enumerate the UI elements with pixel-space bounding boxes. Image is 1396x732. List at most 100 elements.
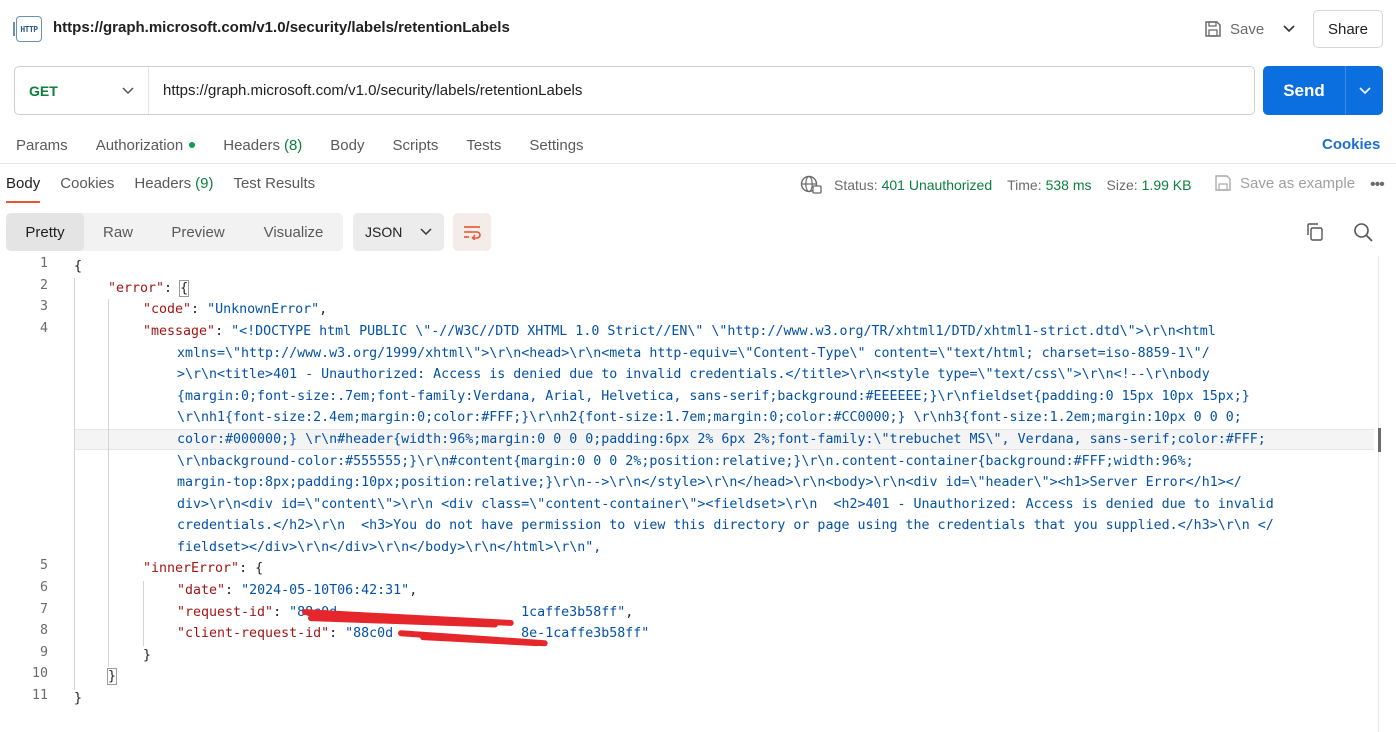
tab-response-headers[interactable]: Headers (9) bbox=[134, 175, 213, 203]
code-line-wrap: \r\nbackground-color:#555555;}\r\n#conte… bbox=[177, 451, 1194, 473]
code-line: { bbox=[74, 256, 82, 278]
status-value[interactable]: 401 Unauthorized bbox=[882, 177, 993, 193]
view-mode-toggle: Pretty Raw Preview Visualize bbox=[6, 213, 343, 251]
save-as-example-label: Save as example bbox=[1240, 174, 1356, 192]
json-string: "<!DOCTYPE html PUBLIC \"-//W3C//DTD XHT… bbox=[231, 324, 1216, 339]
json-string: xmlns=\"http://www.w3.org/1999/xhtml\">\… bbox=[177, 346, 1210, 361]
globe-icon[interactable] bbox=[800, 175, 822, 195]
line-number: 2 bbox=[39, 278, 48, 293]
code-line-wrap: \r\nh1{font-size:2.4em;margin:0;color:#F… bbox=[177, 407, 1242, 429]
wrap-lines-button[interactable] bbox=[453, 213, 491, 251]
line-number: 8 bbox=[39, 623, 48, 638]
time-value[interactable]: 538 ms bbox=[1046, 177, 1092, 193]
status-dot-icon bbox=[189, 142, 196, 148]
json-key: "request-id" bbox=[177, 605, 274, 620]
tab-label: Scripts bbox=[392, 136, 439, 154]
save-label: Save bbox=[1230, 20, 1265, 38]
tab-count: (8) bbox=[283, 136, 303, 154]
json-string: \r\nbackground-color:#555555;}\r\n#conte… bbox=[177, 454, 1194, 469]
code-line: "message": "<!DOCTYPE html PUBLIC \"-//W… bbox=[143, 321, 1216, 343]
indent-guide bbox=[108, 299, 109, 667]
view-pretty-button[interactable]: Pretty bbox=[6, 213, 84, 251]
send-button[interactable]: Send bbox=[1263, 66, 1346, 115]
json-colon: : bbox=[273, 605, 290, 620]
chevron-down-icon bbox=[1283, 25, 1295, 33]
send-options-button[interactable] bbox=[1346, 66, 1383, 115]
search-icon[interactable] bbox=[1353, 222, 1373, 245]
json-comma: , bbox=[319, 302, 328, 317]
tab-response-cookies[interactable]: Cookies bbox=[60, 175, 114, 203]
json-string: div>\r\n<div id=\"content\">\r\n <div cl… bbox=[177, 497, 1274, 512]
http-icon-label: HTTP bbox=[20, 24, 38, 34]
json-string: "88c0d bbox=[345, 626, 394, 641]
tab-label: Body bbox=[6, 175, 41, 192]
copy-icon[interactable] bbox=[1305, 222, 1325, 245]
time-label: Time: bbox=[1007, 177, 1042, 193]
request-title[interactable]: https://graph.microsoft.com/v1.0/securit… bbox=[53, 19, 510, 36]
editor-scrollbar[interactable] bbox=[1378, 256, 1379, 732]
tab-test-results[interactable]: Test Results bbox=[233, 175, 315, 203]
json-key: "code" bbox=[143, 302, 192, 317]
tab-tests[interactable]: Tests bbox=[466, 133, 501, 157]
json-key: "innerError" bbox=[143, 561, 240, 576]
tab-response-body[interactable]: Body bbox=[6, 175, 41, 203]
tab-count: (9) bbox=[195, 175, 214, 192]
size-value[interactable]: 1.99 KB bbox=[1142, 177, 1192, 193]
method-select[interactable]: GET bbox=[15, 67, 149, 114]
view-preview-button[interactable]: Preview bbox=[152, 213, 244, 251]
code-line-wrap: margin-top:8px;padding:10px;position:rel… bbox=[177, 472, 1242, 494]
format-label: JSON bbox=[365, 224, 403, 240]
cookies-link[interactable]: Cookies bbox=[1322, 136, 1380, 153]
more-options-icon[interactable]: ••• bbox=[1370, 176, 1385, 194]
code-line-wrap: credentials.</h2>\r\n <h3>You do not hav… bbox=[177, 515, 1274, 537]
tab-params[interactable]: Params bbox=[16, 133, 68, 157]
chevron-down-icon bbox=[420, 228, 432, 236]
request-header-bar: HTTP https://graph.microsoft.com/v1.0/se… bbox=[0, 0, 1396, 58]
json-colon: : bbox=[191, 302, 208, 317]
scroll-position-marker[interactable] bbox=[1378, 428, 1392, 452]
tab-headers[interactable]: Headers (8) bbox=[223, 133, 302, 157]
code-line: } bbox=[143, 645, 151, 667]
line-number: 5 bbox=[39, 558, 48, 573]
code-line-wrap: xmlns=\"http://www.w3.org/1999/xhtml\">\… bbox=[177, 343, 1210, 365]
chevron-down-icon bbox=[1358, 86, 1371, 94]
json-colon: : bbox=[225, 583, 242, 598]
size-label: Size: bbox=[1106, 177, 1138, 193]
wrap-lines-icon bbox=[464, 226, 481, 240]
response-body-editor[interactable]: 1 2 3 4 5 6 7 8 9 10 11 { "error": { "co… bbox=[0, 256, 1396, 732]
json-key: "date" bbox=[177, 583, 226, 598]
code-line-wrap: div>\r\n<div id=\"content\">\r\n <div cl… bbox=[177, 494, 1274, 516]
json-brace: } bbox=[74, 691, 83, 706]
save-as-example-button[interactable]: Save as example bbox=[1214, 174, 1355, 192]
tab-label: Authorization bbox=[95, 136, 184, 154]
save-icon bbox=[1205, 21, 1221, 37]
json-comma: , bbox=[409, 583, 418, 598]
json-string: \r\nh1{font-size:2.4em;margin:0;color:#F… bbox=[177, 410, 1242, 425]
response-meta: Status: 401 Unauthorized Time: 538 ms Si… bbox=[800, 175, 1191, 195]
code-line: "date": "2024-05-10T06:42:31", bbox=[177, 580, 417, 602]
json-brace: { bbox=[74, 259, 83, 274]
tab-scripts[interactable]: Scripts bbox=[393, 133, 439, 157]
json-key: "message" bbox=[143, 324, 216, 339]
save-options-button[interactable] bbox=[1278, 17, 1300, 41]
tab-body[interactable]: Body bbox=[330, 133, 364, 157]
view-visualize-button[interactable]: Visualize bbox=[244, 213, 343, 251]
method-label: GET bbox=[29, 82, 58, 99]
json-brace-matched: { bbox=[179, 280, 190, 297]
json-colon: : bbox=[215, 324, 232, 339]
code-line-wrap: fieldset></div>\r\n</div>\r\n</body>\r\n… bbox=[177, 537, 601, 559]
tab-authorization[interactable]: Authorization bbox=[96, 133, 196, 157]
code-line-wrap: {margin:0;font-size:.7em;font-family:Ver… bbox=[177, 386, 1250, 408]
tab-label: Params bbox=[16, 136, 68, 154]
view-raw-button[interactable]: Raw bbox=[84, 213, 152, 251]
format-select[interactable]: JSON bbox=[353, 213, 444, 251]
line-number: 6 bbox=[39, 580, 48, 595]
save-button[interactable]: Save bbox=[1204, 17, 1264, 41]
divider bbox=[0, 163, 1396, 164]
tab-label: Cookies bbox=[60, 175, 115, 192]
json-colon: : bbox=[329, 626, 346, 641]
tab-settings[interactable]: Settings bbox=[529, 133, 583, 157]
json-string: 8e-1caffe3b58ff" bbox=[521, 626, 650, 641]
share-button[interactable]: Share bbox=[1313, 10, 1383, 48]
url-input[interactable] bbox=[149, 67, 1254, 114]
